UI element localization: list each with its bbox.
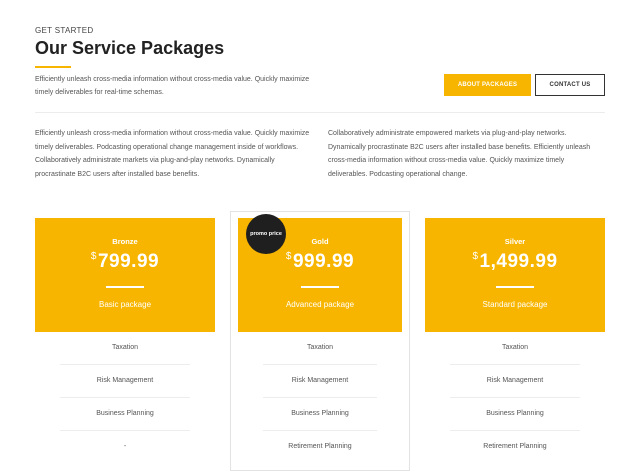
feature-item: Risk Management [60, 364, 190, 397]
feature-list: Taxation Risk Management Business Planni… [35, 332, 215, 463]
eyebrow-label: GET STARTED [35, 26, 94, 35]
feature-item: Business Planning [450, 397, 580, 430]
feature-item: Risk Management [450, 364, 580, 397]
feature-item: Taxation [501, 344, 529, 351]
package-price: $799.99 [35, 251, 215, 273]
currency-symbol: $ [90, 251, 97, 262]
feature-item: Taxation [306, 344, 334, 351]
feature-item: Retirement Planning [263, 430, 377, 463]
package-header: Silver $1,499.99 Standard package [425, 218, 605, 332]
contact-us-button[interactable]: CONTACT US [535, 74, 605, 96]
package-price: $999.99 [238, 251, 402, 273]
package-subtitle: Basic package [98, 300, 152, 309]
description-right: Collaboratively administrate empowered m… [328, 130, 591, 178]
feature-item: Taxation [111, 344, 139, 351]
feature-item: Business Planning [263, 397, 377, 430]
package-name: Bronze [112, 237, 138, 246]
currency-symbol: $ [285, 251, 292, 262]
currency-symbol: $ [472, 251, 479, 262]
feature-item: Risk Management [263, 364, 377, 397]
price-amount: 799.99 [97, 251, 160, 272]
title-underline [35, 66, 71, 68]
page-title: Our Service Packages [35, 38, 225, 58]
promo-price-badge: promo price [246, 214, 286, 254]
package-card-silver[interactable]: Silver $1,499.99 Standard package Taxati… [425, 218, 605, 463]
price-rule [301, 286, 339, 288]
package-card-gold[interactable]: Gold $999.99 Advanced package Taxation R… [238, 218, 402, 463]
price-rule [106, 286, 144, 288]
package-card-bronze[interactable]: Bronze $799.99 Basic package Taxation Ri… [35, 218, 215, 463]
feature-list: Taxation Risk Management Business Planni… [425, 332, 605, 463]
price-amount: 999.99 [292, 251, 355, 272]
about-packages-button[interactable]: ABOUT PACKAGES [444, 74, 531, 96]
feature-item: - [60, 430, 190, 463]
package-subtitle: Standard package [482, 300, 548, 309]
package-price: $1,499.99 [425, 251, 605, 273]
package-subtitle: Advanced package [285, 300, 355, 309]
section-divider [35, 112, 605, 113]
feature-item: Retirement Planning [450, 430, 580, 463]
package-name: Silver [504, 237, 526, 246]
price-rule [496, 286, 534, 288]
description-left: Efficiently unleash cross-media informat… [35, 130, 310, 178]
package-header: Bronze $799.99 Basic package [35, 218, 215, 332]
feature-item: Business Planning [60, 397, 190, 430]
feature-list: Taxation Risk Management Business Planni… [238, 332, 402, 463]
price-amount: 1,499.99 [479, 251, 558, 272]
intro-text: Efficiently unleash cross-media informat… [35, 76, 310, 96]
